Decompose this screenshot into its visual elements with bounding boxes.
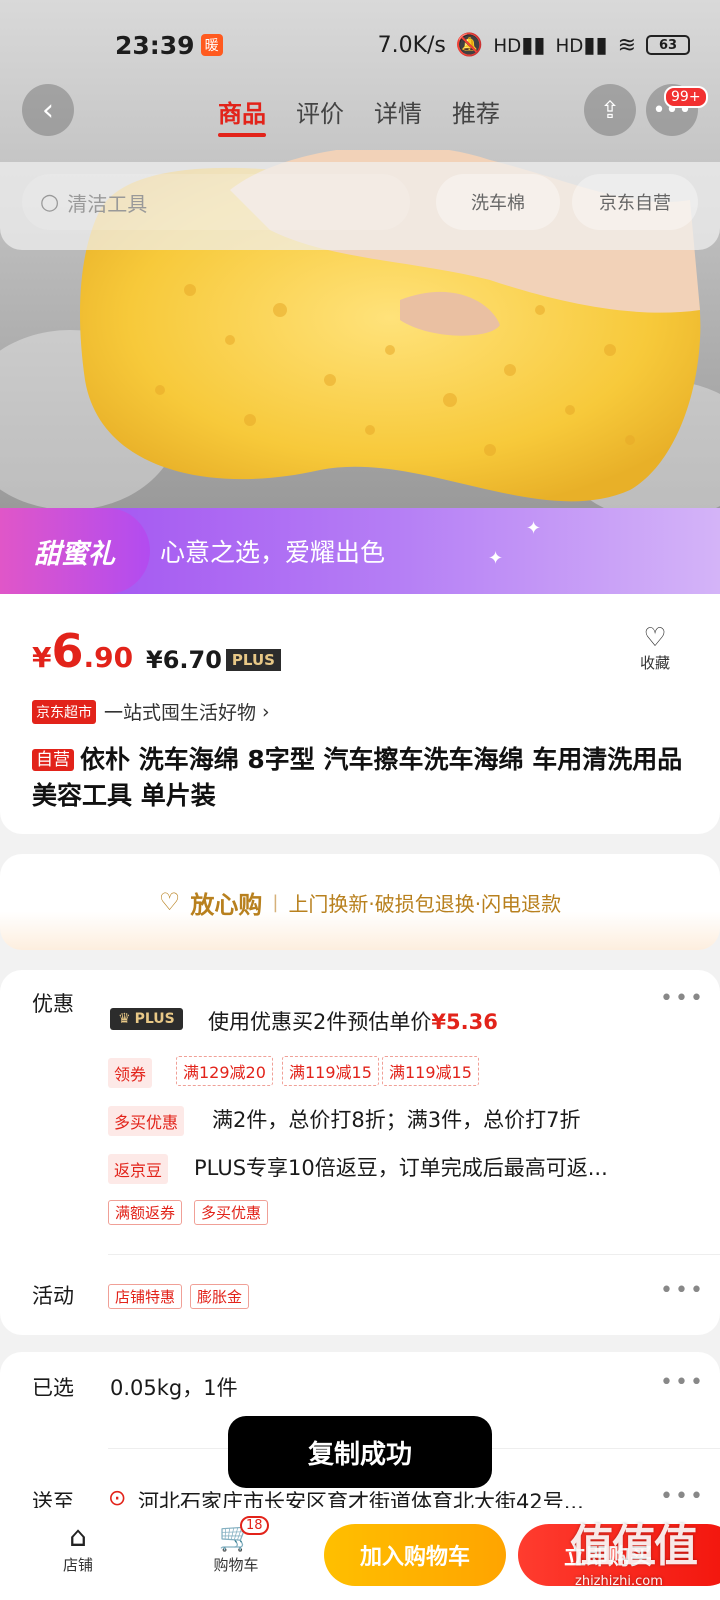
tab-recommend[interactable]: 推荐	[452, 94, 500, 137]
divider	[108, 1254, 720, 1255]
cart-label: 购物车	[213, 1556, 259, 1574]
battery-icon: 63	[646, 35, 690, 55]
search-chip[interactable]: 京东自营	[572, 174, 698, 230]
search-placeholder: 清洁工具	[67, 191, 148, 216]
plus-estimate[interactable]: 使用优惠买2件预估单价¥5.36	[208, 1006, 498, 1036]
status-bar: 23:39 暖 7.0K/s 🔕 HD▮▮ HD▮▮ ≋ 63	[0, 0, 720, 90]
search-icon: ○	[40, 189, 60, 215]
share-icon: ⇪	[599, 96, 621, 124]
product-title-text: 依朴 洗车海绵 8字型 汽车擦车洗车海绵 车用清洗用品 美容工具 单片装	[32, 745, 683, 810]
plus-estimate-text: 使用优惠买2件预估单价	[208, 1010, 432, 1034]
back-button[interactable]: ‹	[22, 84, 74, 136]
assurance-separator: |	[272, 891, 279, 913]
selected-label: 已选	[32, 1376, 74, 1400]
plus-estimate-price: ¥5.36	[431, 1010, 498, 1034]
market-text: 一站式囤生活好物	[104, 702, 257, 724]
multi-buy-text[interactable]: 满2件，总价打8折；满3件，总价打7折	[212, 1104, 580, 1134]
activity-label: 活动	[32, 1284, 74, 1308]
assurance-banner[interactable]: ♡ 放心购 | 上门换新·破损包退换·闪电退款	[0, 854, 720, 950]
notification-badge: 暖	[200, 34, 223, 56]
favorite-button[interactable]: ♡ 收藏	[640, 624, 670, 673]
promo-banner[interactable]: 甜蜜礼 心意之选，爱耀出色 ✦ ✦	[0, 508, 720, 594]
coupon-chip[interactable]: 满119减15	[282, 1056, 379, 1086]
coupon-label: 领券	[108, 1058, 153, 1088]
shop-button[interactable]: ⌂ 店铺	[38, 1520, 118, 1575]
status-time: 23:39	[115, 30, 195, 60]
bean-label: 返京豆	[108, 1154, 169, 1184]
tab-reviews[interactable]: 评价	[296, 94, 344, 137]
chevron-right-icon: ›	[262, 700, 270, 723]
heart-plus-icon: ♡	[643, 623, 667, 653]
favorite-label: 收藏	[640, 654, 671, 672]
coupon-chip[interactable]: 满129减20	[176, 1056, 273, 1086]
ship-more-button[interactable]: •••	[660, 1484, 705, 1509]
coupon-chip[interactable]: 满119减15	[382, 1056, 479, 1086]
share-button[interactable]: ⇪	[584, 84, 636, 136]
assurance-text: 上门换新·破损包退换·闪电退款	[288, 891, 562, 916]
bean-text[interactable]: PLUS专享10倍返豆，订单完成后最高可返...	[194, 1152, 608, 1182]
plus-price-value: ¥6.70	[146, 646, 222, 674]
search-row: ○ 清洁工具 洗车棉 京东自营	[0, 162, 720, 250]
wifi-icon: ≋	[617, 32, 636, 58]
sparkle-icon: ✦	[488, 548, 504, 569]
tab-bar: 商品 评价 详情 推荐	[218, 94, 500, 137]
signal-icon: HD▮▮	[493, 32, 546, 58]
top-nav: ‹ 商品 评价 详情 推荐 ⇪ •••	[0, 82, 720, 146]
promo-text: 心意之选，爱耀出色	[160, 538, 386, 567]
activity-tag[interactable]: 店铺特惠	[108, 1284, 183, 1309]
market-tag: 京东超市	[32, 699, 96, 724]
shop-label: 店铺	[62, 1556, 93, 1574]
price-integer: 6	[51, 624, 84, 678]
activity-more-button[interactable]: •••	[660, 1278, 705, 1303]
add-to-cart-button[interactable]: 加入购物车	[324, 1524, 506, 1586]
price: ¥ 6 .90	[32, 624, 133, 678]
signal-label: HD	[493, 35, 522, 57]
status-indicators: 7.0K/s 🔕 HD▮▮ HD▮▮ ≋ 63	[378, 33, 690, 58]
offers-more-button[interactable]: •••	[660, 986, 705, 1011]
offers-label: 优惠	[32, 992, 74, 1016]
price-decimal: .90	[83, 641, 134, 674]
plus-badge-text: PLUS	[134, 1011, 175, 1027]
product-title[interactable]: 自营 依朴 洗车海绵 8字型 汽车擦车洗车海绵 车用清洗用品 美容工具 单片装	[32, 742, 692, 814]
plus-badge: ♛ PLUS	[110, 1008, 183, 1030]
assurance-title: 放心购	[190, 890, 263, 919]
signal-icon: HD▮▮	[555, 32, 608, 58]
search-chip[interactable]: 洗车棉	[436, 174, 560, 230]
signal-label: HD	[555, 35, 584, 57]
plus-tag: PLUS	[225, 649, 281, 671]
extra-tag: 满额返券	[108, 1200, 183, 1225]
tab-product[interactable]: 商品	[218, 94, 266, 137]
watermark: 值值值	[570, 1521, 698, 1572]
self-operated-tag: 自营	[32, 749, 74, 771]
back-arrow-icon: ‹	[42, 92, 54, 128]
toast: 复制成功	[228, 1416, 492, 1488]
market-row[interactable]: 京东超市 一站式囤生活好物 ›	[32, 698, 270, 725]
product-hero-image[interactable]: 23:39 暖 7.0K/s 🔕 HD▮▮ HD▮▮ ≋ 63 ‹ 商品 评价 …	[0, 0, 720, 508]
extra-tag: 多买优惠	[194, 1200, 269, 1225]
selected-more-button[interactable]: •••	[660, 1370, 705, 1395]
multi-buy-label: 多买优惠	[108, 1106, 185, 1136]
price-currency: ¥	[32, 641, 52, 674]
activity-tag[interactable]: 膨胀金	[190, 1284, 250, 1309]
plus-price: ¥6.70 PLUS	[146, 646, 281, 674]
search-input[interactable]: ○ 清洁工具	[22, 174, 410, 230]
sparkle-icon: ✦	[526, 518, 542, 539]
shop-icon: ⌂	[69, 1520, 87, 1553]
crown-icon: ♛	[118, 1011, 131, 1027]
cart-count-badge: 18	[240, 1516, 269, 1535]
watermark-url: zhizhizhi.com	[575, 1574, 663, 1589]
net-speed: 7.0K/s	[377, 32, 446, 58]
mute-icon: 🔕	[455, 32, 484, 58]
message-count-badge: 99+	[664, 86, 708, 108]
selected-value[interactable]: 0.05kg，1件	[110, 1372, 238, 1402]
promo-logo: 甜蜜礼	[0, 508, 150, 594]
cart-button[interactable]: 🛒 18 购物车	[196, 1516, 276, 1575]
offers-card: 优惠 ♛ PLUS 使用优惠买2件预估单价¥5.36 ••• 领券 满129减2…	[0, 970, 720, 1335]
price-card: ¥ 6 .90 ¥6.70 PLUS ♡ 收藏 京东超市 一站式囤生活好物 › …	[0, 594, 720, 834]
shield-icon: ♡	[158, 888, 181, 916]
tab-details[interactable]: 详情	[374, 94, 422, 137]
